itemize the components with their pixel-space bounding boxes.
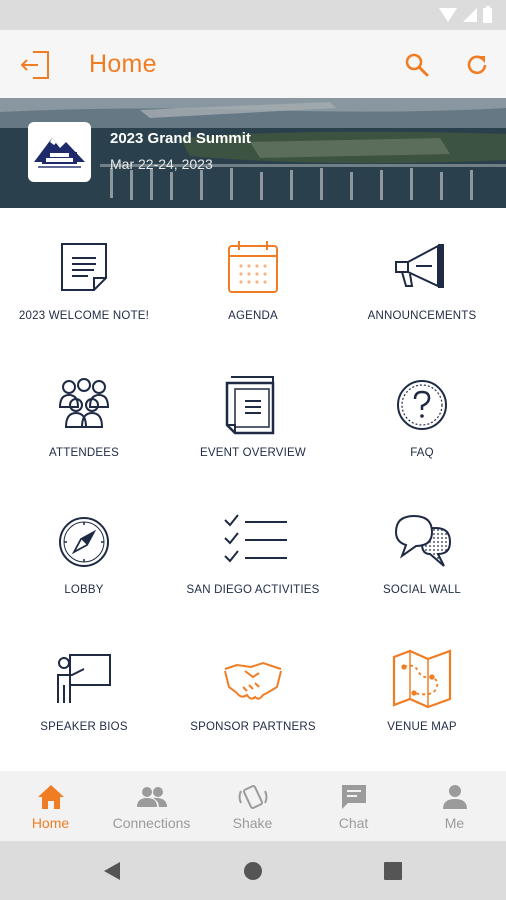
back-triangle-icon[interactable]: [100, 859, 124, 883]
tile-san-diego-activities[interactable]: SAN DIEGO ACTIVITIES: [169, 500, 337, 630]
nav-label: Me: [444, 815, 465, 831]
app-bar: Home: [0, 30, 506, 98]
nav-label: Chat: [338, 815, 369, 831]
home-icon: [38, 785, 64, 809]
tile-label: ANNOUNCEMENTS: [367, 310, 477, 322]
tile-label: ATTENDEES: [49, 447, 119, 459]
recents-square-icon[interactable]: [381, 859, 405, 883]
summit-logo: [28, 122, 91, 182]
tile-event-overview[interactable]: EVENT OVERVIEW: [169, 363, 337, 493]
stacked-docs-icon: [225, 376, 275, 435]
megaphone-icon: [395, 244, 444, 288]
shake-icon: [238, 785, 268, 809]
nav-home[interactable]: Home: [0, 771, 101, 841]
connections-icon: [137, 787, 167, 807]
nav-chat[interactable]: Chat: [303, 771, 404, 841]
people-icon: [58, 378, 110, 428]
wifi-icon: [439, 8, 457, 22]
nav-label: Connections: [112, 815, 191, 831]
chat-icon: [342, 785, 366, 809]
chat-bubbles-icon: [394, 514, 452, 567]
calendar-icon: [228, 241, 278, 293]
tile-venue-map[interactable]: VENUE MAP: [338, 637, 506, 767]
exit-icon[interactable]: [18, 48, 52, 82]
person-icon: [443, 785, 467, 809]
tile-label: AGENDA: [228, 310, 278, 322]
refresh-icon[interactable]: [464, 52, 490, 78]
tile-lobby[interactable]: LOBBY: [0, 500, 168, 630]
compass-icon: [59, 517, 109, 567]
tile-speaker-bios[interactable]: SPEAKER BIOS: [0, 637, 168, 767]
document-icon: [61, 243, 107, 291]
tile-faq[interactable]: FAQ: [338, 363, 506, 493]
event-dates: Mar 22-24, 2023: [110, 156, 213, 172]
nav-me[interactable]: Me: [404, 771, 505, 841]
tile-announcements[interactable]: ANNOUNCEMENTS: [338, 226, 506, 356]
checklist-icon: [224, 514, 287, 563]
tile-label: SAN DIEGO ACTIVITIES: [186, 584, 320, 596]
tile-social-wall[interactable]: SOCIAL WALL: [338, 500, 506, 630]
tile-label: EVENT OVERVIEW: [200, 447, 306, 459]
nav-shake[interactable]: Shake: [202, 771, 303, 841]
signal-icon: [463, 8, 477, 22]
map-icon: [392, 649, 452, 709]
tile-label: 2023 WELCOME NOTE!: [18, 310, 150, 322]
nav-label: Shake: [232, 815, 273, 831]
tile-label: SPONSOR PARTNERS: [190, 721, 316, 733]
page-title: Home: [89, 50, 157, 78]
home-circle-icon[interactable]: [241, 859, 265, 883]
battery-icon: [483, 5, 492, 23]
tile-sponsor-partners[interactable]: SPONSOR PARTNERS: [169, 637, 337, 767]
tile-label: LOBBY: [64, 584, 104, 596]
menu-grid: 2023 WELCOME NOTE! AGENDA ANNOUNCEMENTS: [0, 226, 506, 771]
status-bar: [0, 0, 506, 30]
tile-label: FAQ: [410, 447, 434, 459]
tile-agenda[interactable]: AGENDA: [169, 226, 337, 356]
tile-label: VENUE MAP: [387, 721, 457, 733]
tile-welcome-note[interactable]: 2023 WELCOME NOTE!: [0, 226, 168, 356]
question-icon: [397, 380, 447, 430]
tile-attendees[interactable]: ATTENDEES: [0, 363, 168, 493]
tile-label: SPEAKER BIOS: [40, 721, 128, 733]
system-nav-bar: [0, 841, 506, 900]
presenter-icon: [57, 654, 111, 703]
tile-label: SOCIAL WALL: [382, 584, 462, 596]
nav-connections[interactable]: Connections: [101, 771, 202, 841]
event-title: 2023 Grand Summit: [110, 130, 251, 147]
nav-label: Home: [31, 815, 70, 831]
handshake-icon: [224, 661, 282, 700]
bottom-nav: Home Connections Shake Chat Me: [0, 771, 506, 841]
event-banner[interactable]: 2023 Grand Summit Mar 22-24, 2023: [0, 98, 506, 208]
search-icon[interactable]: [404, 52, 430, 78]
